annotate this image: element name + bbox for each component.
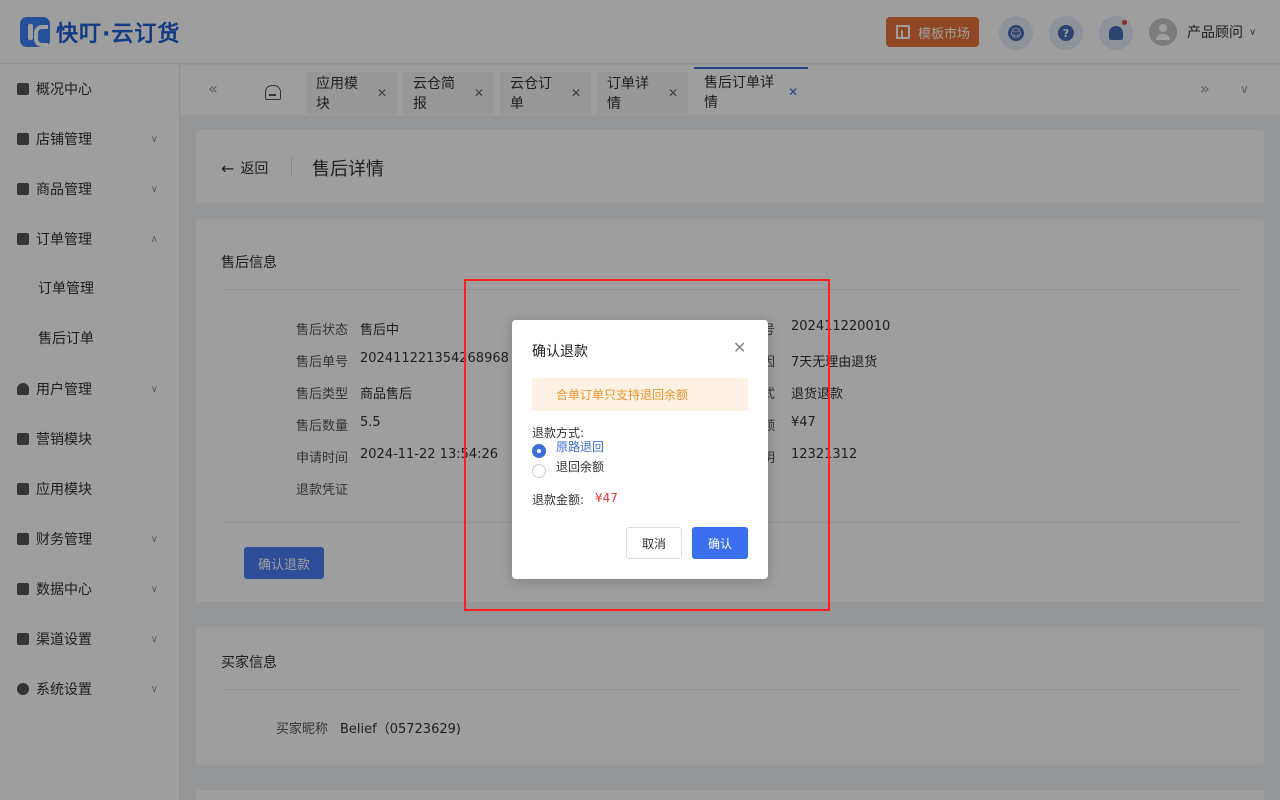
highlight-box (464, 279, 830, 611)
